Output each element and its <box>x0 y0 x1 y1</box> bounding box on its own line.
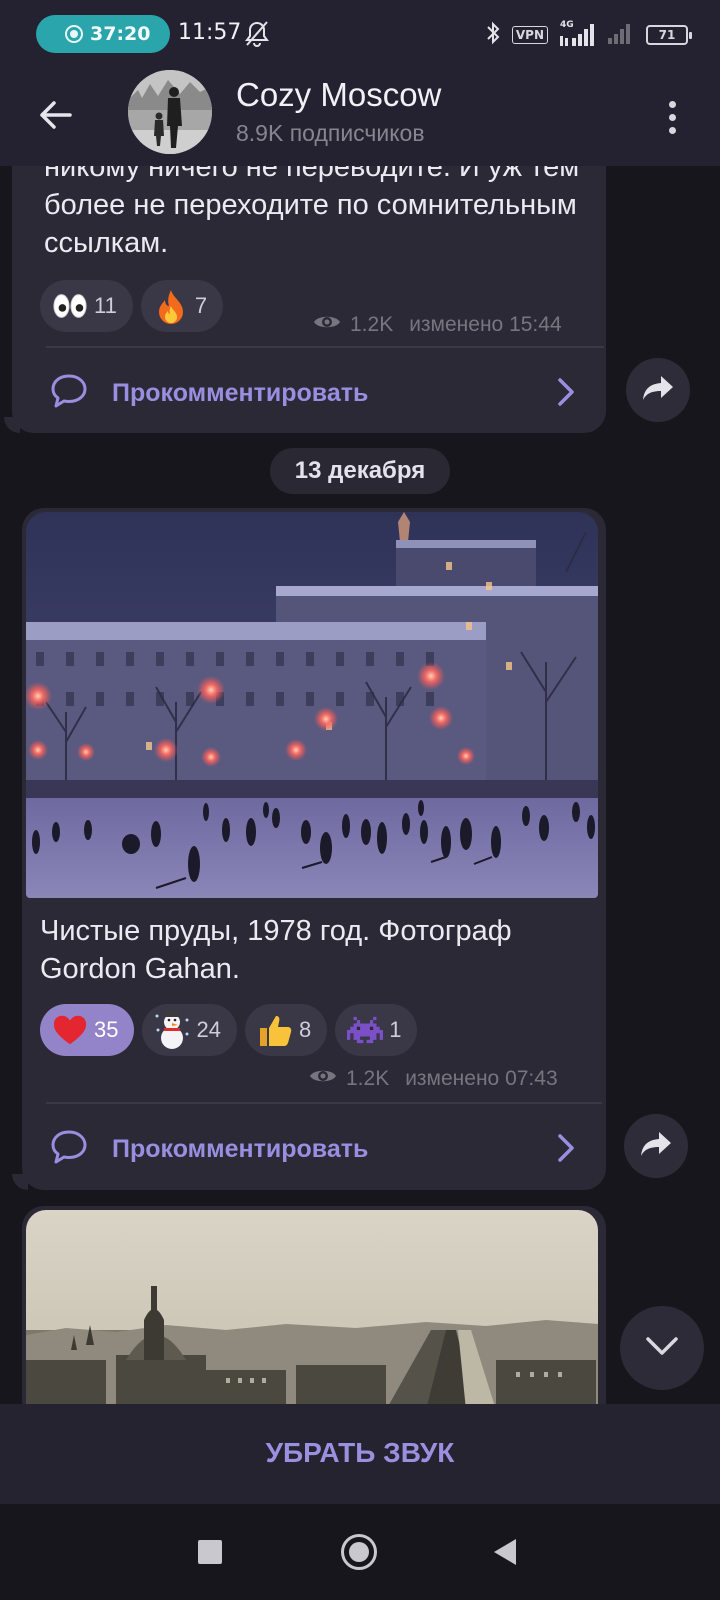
reaction-count: 7 <box>194 293 208 318</box>
message-text: Чистые пруды, 1978 год. Фотограф Gordon … <box>40 915 512 985</box>
snowman-icon <box>154 1011 190 1049</box>
post-photo[interactable] <box>26 512 598 898</box>
message-meta: 1.2K изменено 07:43 <box>308 1066 558 1092</box>
reaction-count: 35 <box>94 1017 119 1042</box>
dot-icon <box>668 100 676 108</box>
battery-icon: 71 <box>646 25 692 45</box>
channel-avatar[interactable] <box>128 70 212 154</box>
mute-channel-button[interactable]: УБРАТЬ ЗВУК <box>0 1404 720 1504</box>
share-button[interactable] <box>626 358 690 422</box>
comment-button[interactable]: Прокомментировать <box>50 372 586 414</box>
clock: 11:57 <box>178 20 242 45</box>
reactions-bar: 11 7 <box>40 280 224 332</box>
share-button[interactable] <box>624 1114 688 1178</box>
message-meta: 1.2K изменено 15:44 <box>312 312 562 338</box>
system-navigation-bar <box>0 1504 720 1600</box>
reactions-bar: 35 24 8 1 <box>40 1004 418 1056</box>
comment-label: Прокомментировать <box>112 378 369 407</box>
post-photo[interactable] <box>26 1210 598 1410</box>
space-invader-icon <box>347 1012 384 1048</box>
views-count: 1.2K <box>346 1067 390 1090</box>
eyes-icon <box>52 288 88 324</box>
bubble-tail <box>4 417 20 433</box>
views-icon <box>312 312 342 338</box>
comment-icon <box>50 373 88 413</box>
divider <box>46 1102 602 1104</box>
reaction-count: 1 <box>389 1017 402 1042</box>
edited-time: изменено 07:43 <box>405 1067 558 1090</box>
screen-recording-indicator[interactable]: 37:20 <box>36 15 170 53</box>
muted-bell-icon <box>244 20 270 52</box>
vpn-icon: VPN <box>511 26 548 44</box>
comment-button[interactable]: Прокомментировать <box>50 1128 586 1170</box>
date-separator: 13 декабря <box>270 448 450 494</box>
reaction-space-invader[interactable]: 1 <box>335 1004 418 1056</box>
recent-apps-button[interactable] <box>198 1540 222 1564</box>
status-bar: 37:20 11:57 VPN 4G 71 <box>0 0 720 68</box>
dot-icon <box>668 113 676 121</box>
views-icon <box>308 1066 338 1092</box>
share-arrow-icon <box>641 374 675 406</box>
system-back-button[interactable] <box>494 1539 516 1565</box>
chevron-down-icon <box>645 1336 679 1360</box>
reaction-eyes[interactable]: 11 <box>40 280 133 332</box>
home-button[interactable] <box>341 1534 377 1570</box>
chevron-right-icon <box>556 1132 576 1168</box>
reaction-count: 11 <box>94 293 117 318</box>
more-options-button[interactable] <box>654 92 690 142</box>
reaction-count: 8 <box>298 1017 312 1042</box>
reaction-fire[interactable]: 7 <box>140 280 224 332</box>
recording-time: 37:20 <box>90 23 151 45</box>
reaction-heart[interactable]: 35 <box>40 1004 135 1056</box>
edited-time: изменено 15:44 <box>409 313 562 336</box>
views-count: 1.2K <box>350 313 394 336</box>
signal-4g-icon: 4G <box>558 20 596 48</box>
heart-icon <box>52 1012 88 1048</box>
bluetooth-icon <box>484 21 502 49</box>
chevron-right-icon <box>556 376 576 412</box>
scroll-down-button[interactable] <box>620 1306 704 1390</box>
comment-label: Прокомментировать <box>112 1134 369 1163</box>
reaction-thumbs-up[interactable]: 8 <box>244 1004 328 1056</box>
dot-icon <box>668 126 676 134</box>
signal-weak-icon <box>606 20 636 50</box>
reaction-count: 24 <box>196 1017 221 1042</box>
status-icons: VPN 4G 71 <box>484 18 692 52</box>
record-icon <box>65 25 83 43</box>
channel-title[interactable]: Cozy Moscow <box>236 76 441 114</box>
chat-header: Cozy Moscow 8.9K подписчиков <box>0 68 720 166</box>
back-button[interactable] <box>30 92 80 142</box>
fire-icon <box>153 288 189 324</box>
subscriber-count: 8.9K подписчиков <box>236 120 425 146</box>
divider <box>46 346 604 348</box>
arrow-left-icon <box>38 100 72 134</box>
reaction-snowman[interactable]: 24 <box>142 1004 237 1056</box>
bubble-tail <box>12 1174 28 1190</box>
thumbs-up-icon <box>257 1012 293 1048</box>
share-arrow-icon <box>639 1130 673 1162</box>
comment-icon <box>50 1129 88 1169</box>
